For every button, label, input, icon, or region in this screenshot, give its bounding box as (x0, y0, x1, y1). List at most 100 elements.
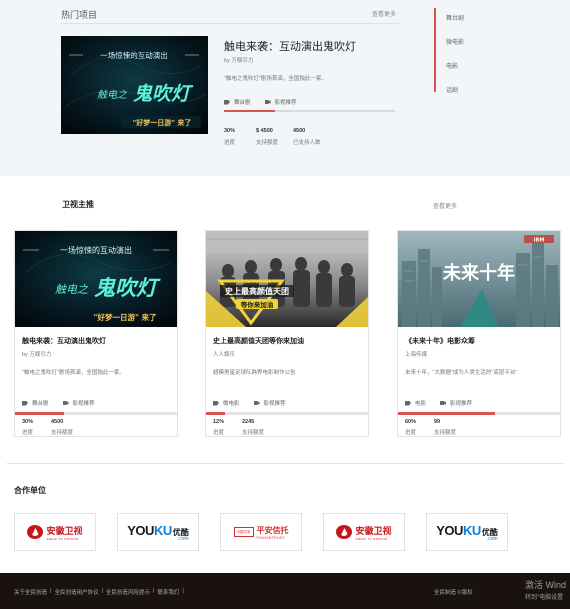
progress-bar (206, 412, 368, 415)
stat-amount: 99 支持额度 (434, 419, 463, 436)
project-card[interactable]: 一场惊悚的互动演出 触电之 鬼吹灯 "好梦一日游" 来了 触电来袭：互动演出鬼吹… (14, 230, 178, 437)
poster-brand: 触电之 (55, 283, 89, 296)
tag-label[interactable]: 舞台剧 (32, 399, 49, 407)
card-poster[interactable]: 一场惊悚的互动演出 触电之 鬼吹灯 "好梦一日游" 来了 (15, 231, 177, 327)
project-card[interactable]: JUST FOR YOU 史上最高颜值天团 等你来加油 史上最高颜值天团等你来加… (205, 230, 369, 437)
poster-main: 史上最高颜值天团 (225, 286, 289, 296)
footer-sep: | (182, 588, 184, 594)
footer-sep: | (50, 588, 52, 594)
stat-label: 支持额度 (51, 430, 74, 436)
progress-bar (15, 412, 177, 415)
card-title[interactable]: 触电来袭：互动演出鬼吹灯 (22, 336, 106, 346)
tag-label[interactable]: 电影 (415, 399, 426, 407)
card-tags: 舞台剧 影视推荐 (22, 399, 95, 407)
tag-label[interactable]: 舞台剧 (234, 98, 251, 106)
tag-icon (213, 400, 219, 406)
hot-project-poster[interactable]: 一场惊悚的互动演出 触电之 鬼吹灯 "好梦一日游" 来了 (61, 36, 208, 134)
stat-value: 4500 (293, 128, 306, 134)
poster-small: JUST FOR YOU (242, 279, 271, 284)
poster-slogan: "好梦一日游" 来了 (133, 118, 192, 127)
tag-label[interactable]: 影视推荐 (73, 399, 95, 407)
category-item-microfilm[interactable]: 微电影 (446, 37, 464, 46)
recommend-more-link[interactable]: 查看更多 (433, 201, 457, 210)
partner-name: 平安信托 (256, 525, 289, 535)
tag-icon (22, 400, 28, 406)
footer-link-about[interactable]: 关于全民创造 (14, 588, 47, 596)
youku-you: YOU (436, 522, 463, 538)
progress-bar (398, 412, 560, 415)
partner-logo-anhui-tv[interactable]: 安徽卫视 ANHUI TV STATION (14, 513, 96, 551)
hot-project-title[interactable]: 触电来袭：互动演出鬼吹灯 (224, 38, 356, 54)
hot-project-stats: 30% 进度 $ 4500 支持额度 4500 已支持人数 (224, 128, 333, 146)
hot-project-org: by 万娱引力 (224, 58, 254, 64)
tag-icon (224, 99, 230, 105)
hot-section: 热门项目 查看更多 一场惊悚的互动演出 触电之 鬼吹灯 "好梦一日游" 来了 触… (0, 0, 570, 176)
stat-label: 支持额度 (256, 140, 279, 146)
card-stats: 12% 进度 2245 支持额度 (213, 419, 271, 436)
stat-label: 进度 (224, 140, 236, 146)
hot-project-tags: 舞台剧 影视推荐 (224, 98, 297, 106)
divider (7, 463, 563, 464)
project-card[interactable]: 未来十年 IBM 《未来十年》电影众筹 上海传媒 未来十年，"大数据"成为人类生… (397, 230, 561, 437)
category-side-nav: 舞台剧 微电影 电影 话剧 (434, 8, 544, 94)
card-poster[interactable]: 未来十年 IBM (398, 231, 560, 327)
partner-logo-anhui-tv[interactable]: 安徽卫视 ANHUI TV STATION (323, 513, 405, 551)
card-stats: 60% 进度 99 支持额度 (405, 419, 463, 436)
partner-logo-pingan-trust[interactable]: 中国平安 平安信托 PINGANTRUST (220, 513, 302, 551)
stat-progress: 60% 进度 (405, 419, 434, 436)
stat-value: $ 4500 (256, 128, 273, 134)
stat-value: 99 (434, 419, 441, 425)
anhui-tv-logo-icon (27, 525, 44, 539)
footer-link-agreement[interactable]: 全民创造用户协议 (54, 588, 98, 596)
card-desc: 未来十年，"大数据"成为人类生活的"底层平台" (405, 370, 518, 376)
stat-label: 进度 (22, 430, 34, 436)
footer-links: 关于全民创造 | 全民创造用户协议 | 全民创造风险提示 | 联系我们 | (14, 588, 187, 596)
stat-label: 已支持人数 (293, 140, 321, 146)
partner-logo-youku[interactable]: YOU KU 优酷 .com (426, 513, 508, 551)
category-item-film[interactable]: 电影 (446, 61, 458, 70)
stat-label: 支持额度 (242, 430, 265, 436)
stat-label: 进度 (405, 430, 417, 436)
hot-project-desc: "触电之鬼吹灯"剧场首演，全国独此一家。 (224, 76, 327, 82)
card-title[interactable]: 《未来十年》电影众筹 (405, 336, 475, 346)
youku-ku: KU (462, 522, 481, 538)
stat-progress: 30% 进度 (22, 419, 51, 436)
category-item-stage[interactable]: 舞台剧 (446, 13, 464, 22)
youku-you: YOU (127, 522, 154, 538)
footer-link-contact[interactable]: 联系我们 (157, 588, 179, 596)
footer-sep: | (101, 588, 103, 594)
category-item-drama[interactable]: 话剧 (446, 85, 458, 94)
card-org: 上海传媒 (405, 352, 428, 358)
card-tags: 微电影 影视推荐 (213, 399, 286, 407)
progress-fill (15, 412, 64, 415)
card-org: by 万娱引力 (22, 352, 52, 358)
tag-label[interactable]: 影视推荐 (275, 98, 297, 106)
stat-label: 进度 (213, 430, 225, 436)
tag-label[interactable]: 影视推荐 (450, 399, 472, 407)
stat-value: 60% (405, 419, 417, 425)
stat-label: 支持额度 (434, 430, 457, 436)
card-title[interactable]: 史上最高颜值天团等你来加油 (213, 336, 304, 346)
partner-logo-youku[interactable]: YOU KU 优酷 .com (117, 513, 199, 551)
tag-label[interactable]: 影视推荐 (264, 399, 286, 407)
pingan-box: 中国平安 (233, 526, 254, 538)
divider (61, 23, 399, 24)
footer: 关于全民创造 | 全民创造用户协议 | 全民创造风险提示 | 联系我们 | 全民… (0, 573, 570, 609)
partner-sub: PINGANTRUST (256, 535, 285, 540)
partner-sub: ANHUI TV STATION (355, 536, 388, 541)
stat-amount: 2245 支持额度 (242, 419, 271, 436)
hot-more-link[interactable]: 查看更多 (372, 9, 396, 18)
footer-copyright: 全民制造 ©版权 (434, 590, 473, 596)
tag-icon (405, 400, 411, 406)
stat-amount: $ 4500 支持额度 (256, 128, 293, 146)
progress-fill (398, 412, 496, 415)
footer-link-risk[interactable]: 全民创造风险提示 (106, 588, 150, 596)
windows-activation-watermark: 激活 Wind (525, 580, 567, 590)
stat-value: 30% (22, 419, 34, 425)
tag-label[interactable]: 微电影 (223, 399, 240, 407)
card-poster[interactable]: JUST FOR YOU 史上最高颜值天团 等你来加油 (206, 231, 368, 327)
poster-main: 鬼吹灯 (94, 276, 161, 300)
poster-corner: IBM (534, 238, 545, 244)
stat-value: 30% (224, 128, 236, 134)
recommend-section-title: 卫视主推 (62, 199, 94, 209)
